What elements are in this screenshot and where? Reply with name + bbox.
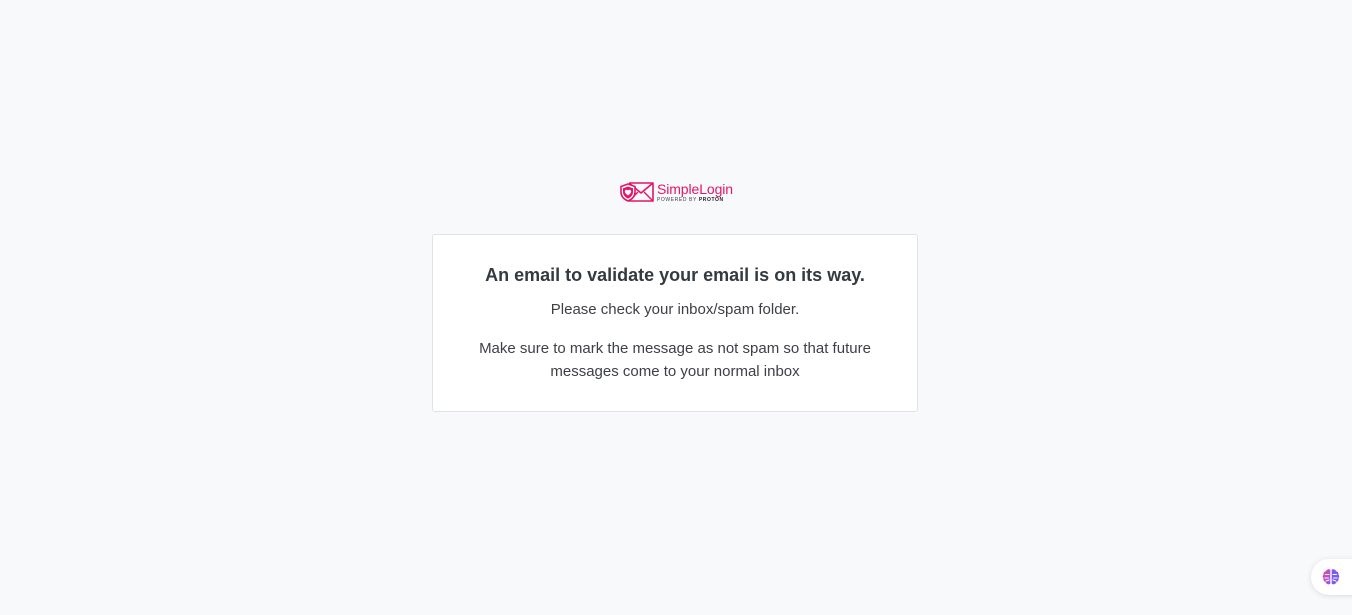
- assistant-widget-button[interactable]: [1311, 559, 1352, 595]
- page: SimpleLogin POWERED BY PROTON An email t…: [0, 0, 1352, 615]
- simplelogin-logo: SimpleLogin POWERED BY PROTON: [619, 179, 735, 205]
- powered-by-brand: PROTON: [698, 196, 724, 203]
- brain-icon: [1322, 569, 1340, 585]
- brand-name: SimpleLogin: [657, 180, 733, 197]
- shield-envelope-icon: [620, 182, 654, 202]
- powered-by-label: POWERED BY PROTON: [657, 196, 724, 203]
- confirmation-card: An email to validate your email is on it…: [432, 234, 918, 412]
- confirmation-instruction: Please check your inbox/spam folder.: [550, 301, 800, 318]
- confirmation-note: Make sure to mark the message as not spa…: [479, 340, 871, 380]
- confirmation-title: An email to validate your email is on it…: [485, 265, 865, 285]
